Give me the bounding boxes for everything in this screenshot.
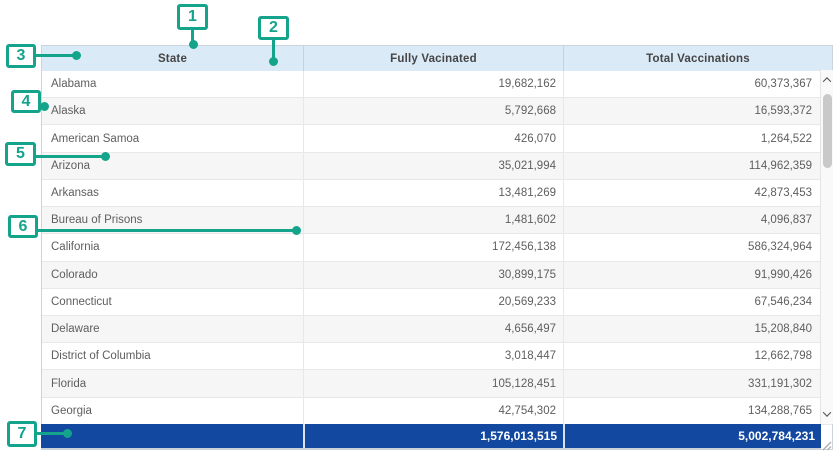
- table-body: Alabama 19,682,162 60,373,367 Alaska 5,7…: [42, 71, 832, 425]
- state-cell[interactable]: California: [42, 234, 303, 260]
- total-vaccinations-cell[interactable]: 42,873,453: [563, 180, 832, 206]
- table-row[interactable]: Delaware 4,656,497 15,208,840: [42, 316, 832, 343]
- callout-6-dot: [292, 226, 301, 235]
- callout-7-line: [37, 432, 65, 435]
- fully-vaccinated-cell[interactable]: 30,899,175: [303, 262, 563, 288]
- resize-grip[interactable]: [821, 438, 832, 449]
- table-header-row: State Fully Vacinated Total Vaccinations: [42, 46, 832, 71]
- callout-6: 6: [8, 215, 38, 238]
- list-table-screenshot: State Fully Vacinated Total Vaccinations…: [0, 0, 833, 453]
- callout-5-line: [36, 155, 102, 158]
- total-vaccinations-cell[interactable]: 16,593,372: [563, 98, 832, 124]
- vaccinations-list-table: State Fully Vacinated Total Vaccinations…: [41, 45, 833, 450]
- total-vaccinations-cell[interactable]: 331,191,302: [563, 370, 832, 396]
- callout-3-dot: [72, 51, 81, 60]
- column-header-fully-vaccinated[interactable]: Fully Vacinated: [303, 46, 563, 71]
- scroll-down-button[interactable]: [821, 406, 833, 422]
- fully-vaccinated-cell[interactable]: 19,682,162: [303, 71, 563, 97]
- callout-5: 5: [5, 142, 36, 166]
- state-cell[interactable]: Connecticut: [42, 289, 303, 315]
- fully-vaccinated-cell[interactable]: 1,481,602: [303, 207, 563, 233]
- total-vaccinations-cell[interactable]: 4,096,837: [563, 207, 832, 233]
- callout-3-line: [36, 54, 76, 57]
- chevron-up-icon: [823, 77, 831, 85]
- state-cell[interactable]: Delaware: [42, 316, 303, 342]
- callout-2-dot: [269, 57, 278, 66]
- callout-4-dot: [40, 102, 49, 111]
- total-vaccinations-cell[interactable]: 586,324,964: [563, 234, 832, 260]
- table-row[interactable]: Alaska 5,792,668 16,593,372: [42, 98, 832, 125]
- total-vaccinations-cell[interactable]: 15,208,840: [563, 316, 832, 342]
- callout-5-dot: [101, 152, 110, 161]
- scrollbar-thumb[interactable]: [823, 94, 832, 168]
- total-vaccinations-cell[interactable]: 1,264,522: [563, 125, 832, 151]
- totals-total-vaccinations-cell: 5,002,784,231: [563, 424, 821, 448]
- fully-vaccinated-cell[interactable]: 35,021,994: [303, 153, 563, 179]
- callout-1: 1: [177, 4, 208, 30]
- totals-state-cell: [41, 424, 303, 448]
- callout-6-line: [38, 229, 293, 232]
- state-cell[interactable]: Arkansas: [42, 180, 303, 206]
- table-row[interactable]: Florida 105,128,451 331,191,302: [42, 370, 832, 397]
- state-cell[interactable]: Alaska: [42, 98, 303, 124]
- table-row[interactable]: Georgia 42,754,302 134,288,765: [42, 398, 832, 425]
- table-row[interactable]: California 172,456,138 586,324,964: [42, 234, 832, 261]
- fully-vaccinated-cell[interactable]: 172,456,138: [303, 234, 563, 260]
- fully-vaccinated-cell[interactable]: 105,128,451: [303, 370, 563, 396]
- vertical-scrollbar[interactable]: [820, 70, 833, 424]
- state-cell[interactable]: Georgia: [42, 398, 303, 424]
- table-row[interactable]: Colorado 30,899,175 91,990,426: [42, 262, 832, 289]
- chevron-down-icon: [823, 408, 831, 416]
- fully-vaccinated-cell[interactable]: 426,070: [303, 125, 563, 151]
- table-row[interactable]: Alabama 19,682,162 60,373,367: [42, 71, 832, 98]
- state-cell[interactable]: American Samoa: [42, 125, 303, 151]
- total-vaccinations-cell[interactable]: 114,962,359: [563, 153, 832, 179]
- fully-vaccinated-cell[interactable]: 13,481,269: [303, 180, 563, 206]
- fully-vaccinated-cell[interactable]: 20,569,233: [303, 289, 563, 315]
- totals-fully-vaccinated-cell: 1,576,013,515: [303, 424, 563, 448]
- callout-3: 3: [6, 44, 36, 68]
- total-vaccinations-cell[interactable]: 91,990,426: [563, 262, 832, 288]
- column-header-state[interactable]: State: [42, 46, 303, 71]
- table-row[interactable]: Arizona 35,021,994 114,962,359: [42, 153, 832, 180]
- column-header-total-vaccinations[interactable]: Total Vaccinations: [563, 46, 832, 71]
- fully-vaccinated-cell[interactable]: 3,018,447: [303, 343, 563, 369]
- state-cell[interactable]: District of Columbia: [42, 343, 303, 369]
- table-row[interactable]: Arkansas 13,481,269 42,873,453: [42, 180, 832, 207]
- table-row[interactable]: American Samoa 426,070 1,264,522: [42, 125, 832, 152]
- total-vaccinations-cell[interactable]: 60,373,367: [563, 71, 832, 97]
- callout-7: 7: [7, 421, 37, 447]
- callout-2: 2: [258, 16, 289, 40]
- state-cell[interactable]: Florida: [42, 370, 303, 396]
- callout-7-dot: [63, 429, 72, 438]
- total-vaccinations-cell[interactable]: 12,662,798: [563, 343, 832, 369]
- callout-1-dot: [189, 40, 198, 49]
- totals-row: 1,576,013,515 5,002,784,231: [41, 424, 821, 449]
- resize-grip-icon: [821, 440, 832, 451]
- total-vaccinations-cell[interactable]: 67,546,234: [563, 289, 832, 315]
- fully-vaccinated-cell[interactable]: 42,754,302: [303, 398, 563, 424]
- state-cell[interactable]: Alabama: [42, 71, 303, 97]
- callout-4: 4: [11, 90, 41, 113]
- fully-vaccinated-cell[interactable]: 5,792,668: [303, 98, 563, 124]
- table-row[interactable]: District of Columbia 3,018,447 12,662,79…: [42, 343, 832, 370]
- table-row[interactable]: Connecticut 20,569,233 67,546,234: [42, 289, 832, 316]
- scroll-up-button[interactable]: [821, 72, 833, 88]
- state-cell[interactable]: Colorado: [42, 262, 303, 288]
- fully-vaccinated-cell[interactable]: 4,656,497: [303, 316, 563, 342]
- total-vaccinations-cell[interactable]: 134,288,765: [563, 398, 832, 424]
